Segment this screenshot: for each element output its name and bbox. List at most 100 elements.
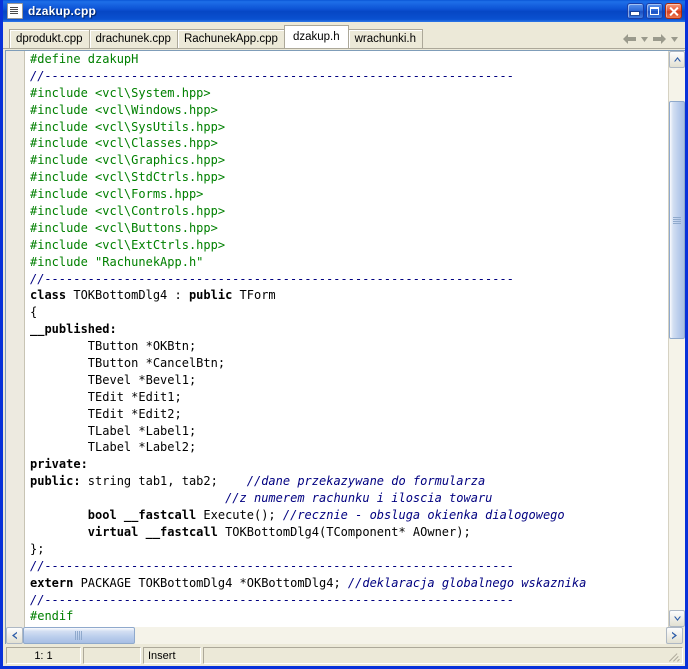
editor-row: #define dzakupH //-----------------------… [5, 50, 685, 627]
code-line: #include <vcl\Controls.hpp> [30, 203, 668, 220]
chevron-down-icon-forward[interactable] [670, 33, 679, 45]
code-view[interactable]: #define dzakupH //-----------------------… [25, 51, 668, 627]
code-token: #include "RachunekApp.h" [30, 254, 204, 269]
code-line: private: [30, 456, 668, 473]
code-token: #include <vcl\Forms.hpp> [30, 187, 204, 202]
code-token: #include <vcl\Classes.hpp> [30, 136, 218, 151]
code-line: TLabel *Label2; [30, 439, 668, 456]
horizontal-scrollbar[interactable] [5, 627, 683, 644]
code-token: //--------------------------------------… [30, 592, 515, 607]
vertical-scroll-track[interactable] [669, 68, 685, 610]
code-token: //dane przekazywane do formularza [246, 474, 486, 489]
code-token: { [30, 305, 38, 320]
code-line: #include <vcl\Windows.hpp> [30, 102, 668, 119]
status-insert-mode: Insert [143, 647, 201, 664]
code-line: #include <vcl\Buttons.hpp> [30, 220, 668, 237]
code-token: TButton *CancelBtn; [30, 356, 226, 371]
tab-dprodukt-cpp[interactable]: dprodukt.cpp [9, 29, 90, 48]
code-line: #include <vcl\System.hpp> [30, 85, 668, 102]
code-token: }; [30, 541, 45, 556]
code-line: TEdit *Edit1; [30, 389, 668, 406]
code-line: TEdit *Edit2; [30, 406, 668, 423]
window-title: dzakup.cpp [28, 4, 97, 18]
code-line: //--------------------------------------… [30, 558, 668, 575]
code-line: //--------------------------------------… [30, 271, 668, 288]
code-token: #include <vcl\Graphics.hpp> [30, 153, 226, 168]
code-token: extern [30, 575, 74, 590]
code-token: TForm [232, 288, 276, 303]
tab-wrachunki-h[interactable]: wrachunki.h [347, 29, 423, 48]
code-line: #endif [30, 608, 668, 625]
code-line: #include <vcl\Forms.hpp> [30, 186, 668, 203]
code-token: TLabel *Label1; [30, 423, 197, 438]
chevron-up-icon[interactable] [669, 51, 685, 68]
code-line: TBevel *Bevel1; [30, 372, 668, 389]
tab-rachunekapp-cpp[interactable]: RachunekApp.cpp [176, 29, 285, 48]
code-line: TButton *CancelBtn; [30, 355, 668, 372]
code-token: TEdit *Edit1; [30, 389, 182, 404]
code-token: #include <vcl\Buttons.hpp> [30, 220, 218, 235]
editor-window: dzakup.cpp dprodukt.cpp drachunek.cpp Ra… [0, 0, 688, 669]
document-icon [7, 3, 23, 19]
code-line: { [30, 304, 668, 321]
vertical-scrollbar[interactable] [668, 51, 685, 627]
code-line: #define dzakupH [30, 51, 668, 68]
code-token: #endif [30, 609, 74, 624]
code-token: TEdit *Edit2; [30, 406, 182, 421]
code-token: #include <vcl\ExtCtrls.hpp> [30, 237, 226, 252]
minimize-button[interactable] [627, 3, 644, 19]
code-token: #include <vcl\SysUtils.hpp> [30, 119, 226, 134]
tab-dzakup-h[interactable]: dzakup.h [283, 25, 349, 48]
horizontal-scroll-track[interactable] [23, 627, 666, 644]
arrow-left-icon[interactable] [622, 33, 637, 45]
status-bar: 1: 1 Insert [3, 644, 685, 666]
code-token: __published: [30, 322, 117, 337]
chevron-right-icon[interactable] [666, 627, 683, 644]
code-line: bool __fastcall Execute(); //recznie - o… [30, 507, 668, 524]
window-client-area: dprodukt.cpp drachunek.cpp RachunekApp.c… [3, 22, 685, 666]
code-token: virtual __fastcall [87, 524, 218, 539]
code-line: #include <vcl\Graphics.hpp> [30, 152, 668, 169]
editor-gutter[interactable] [6, 51, 25, 627]
chevron-down-icon-back[interactable] [640, 33, 649, 45]
code-line: //z numerem rachunku i iloscia towaru [30, 490, 668, 507]
editor-area: #define dzakupH //-----------------------… [3, 48, 685, 644]
code-token: public [188, 288, 233, 303]
source-code[interactable]: #define dzakupH //-----------------------… [30, 51, 668, 625]
file-tab-bar: dprodukt.cpp drachunek.cpp RachunekApp.c… [3, 22, 685, 48]
code-token: TLabel *Label2; [30, 440, 197, 455]
code-token: #include <vcl\System.hpp> [30, 85, 211, 100]
code-line: TLabel *Label1; [30, 423, 668, 440]
vertical-scroll-thumb[interactable] [669, 100, 685, 339]
status-cursor-position: 1: 1 [6, 647, 81, 664]
maximize-button[interactable] [646, 3, 663, 19]
title-bar[interactable]: dzakup.cpp [3, 0, 685, 22]
code-token: PACKAGE TOKBottomDlg4 *OKBottomDlg4; [73, 575, 348, 590]
code-token: public: [30, 474, 81, 489]
code-line: __published: [30, 321, 668, 338]
code-line: //--------------------------------------… [30, 592, 668, 609]
chevron-left-icon[interactable] [6, 627, 23, 644]
code-token: #include <vcl\Controls.hpp> [30, 204, 226, 219]
horizontal-scroll-thumb[interactable] [23, 627, 135, 644]
code-line: public: string tab1, tab2; //dane przeka… [30, 473, 668, 490]
close-button[interactable] [665, 3, 682, 19]
window-controls [627, 3, 682, 19]
code-line: //--------------------------------------… [30, 68, 668, 85]
chevron-down-icon-scroll[interactable] [669, 610, 685, 627]
code-token: TButton *OKBtn; [30, 339, 197, 354]
code-line: #include <vcl\SysUtils.hpp> [30, 119, 668, 136]
resize-grip-icon[interactable] [669, 650, 681, 662]
arrow-right-icon[interactable] [652, 33, 667, 45]
code-token: //--------------------------------------… [30, 68, 515, 83]
code-line: #include <vcl\StdCtrls.hpp> [30, 169, 668, 186]
tab-drachunek-cpp[interactable]: drachunek.cpp [88, 29, 178, 48]
code-line: virtual __fastcall TOKBottomDlg4(TCompon… [30, 524, 668, 541]
code-line: extern PACKAGE TOKBottomDlg4 *OKBottomDl… [30, 575, 668, 592]
code-line: }; [30, 541, 668, 558]
code-token: TOKBottomDlg4(TComponent* AOwner); [217, 524, 471, 539]
code-token: //z numerem rachunku i iloscia towaru [225, 491, 493, 506]
scroll-grip-icon-h [75, 631, 83, 640]
code-line: TButton *OKBtn; [30, 338, 668, 355]
